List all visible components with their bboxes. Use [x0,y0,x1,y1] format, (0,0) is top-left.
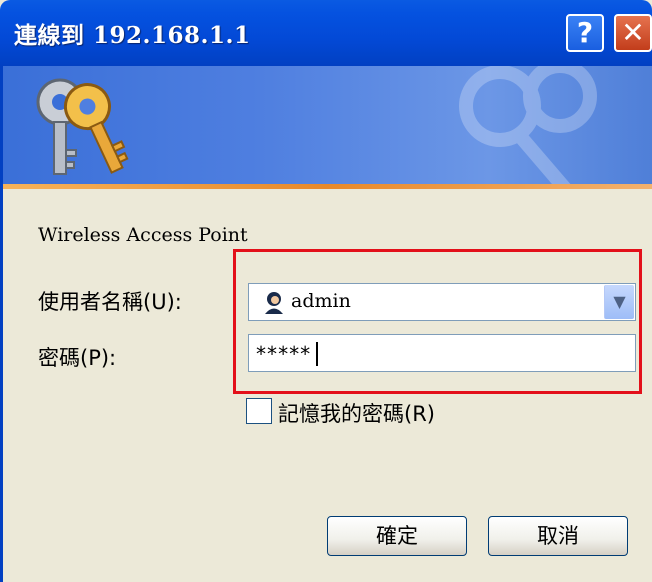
window-border [0,66,3,582]
title-bar[interactable]: 連線到 192.168.1.1 ? ✕ [0,0,652,66]
help-button[interactable]: ? [566,14,604,52]
highlight-annotation-box [233,249,642,394]
remember-password-label[interactable]: 記憶我的密碼(R) [278,398,435,428]
keys-watermark-icon [459,66,597,184]
close-button[interactable]: ✕ [614,14,652,52]
keys-icon [36,78,129,175]
password-label: 密碼(P): [38,346,117,370]
remember-password-checkbox[interactable] [246,398,272,424]
realm-text: Wireless Access Point [38,224,248,246]
login-dialog: 連線到 192.168.1.1 ? ✕ Wireless Access Poin… [0,0,652,582]
ok-button[interactable]: 確定 [327,516,467,556]
cancel-button[interactable]: 取消 [488,516,628,556]
window-title: 連線到 192.168.1.1 [14,22,251,49]
username-label: 使用者名稱(U): [38,290,182,314]
